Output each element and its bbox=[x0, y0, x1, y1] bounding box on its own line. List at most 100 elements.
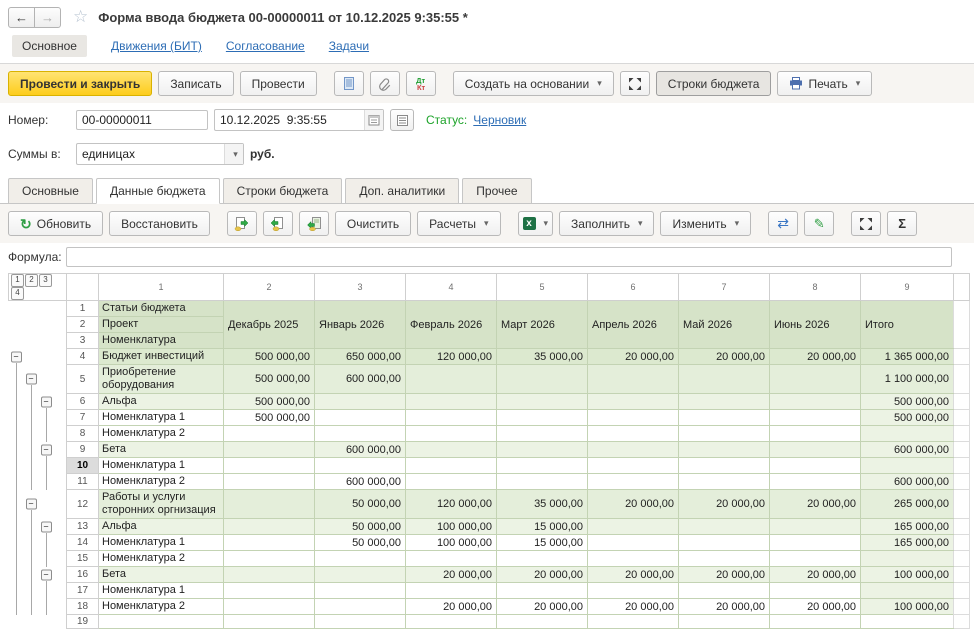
dt-kt-button[interactable]: ДтКт bbox=[406, 71, 436, 96]
document-structure-button[interactable] bbox=[334, 71, 364, 96]
section-link-1[interactable]: Движения (БИТ) bbox=[111, 39, 202, 53]
cell-value[interactable] bbox=[770, 519, 861, 535]
cell-value[interactable]: 20 000,00 bbox=[770, 599, 861, 615]
row-number[interactable]: 19 bbox=[67, 615, 99, 629]
row-number[interactable]: 9 bbox=[67, 442, 99, 458]
cell-total[interactable] bbox=[861, 551, 954, 567]
datetime-input[interactable] bbox=[215, 111, 364, 129]
row-number[interactable]: 12 bbox=[67, 490, 99, 519]
cell-total[interactable]: 500 000,00 bbox=[861, 410, 954, 426]
dimension-header-cell[interactable]: Проект bbox=[99, 317, 224, 333]
section-link-3[interactable]: Задачи bbox=[329, 39, 369, 53]
collapse-group-button[interactable]: − bbox=[41, 521, 52, 532]
cell-total[interactable]: 600 000,00 bbox=[861, 474, 954, 490]
cell-value[interactable] bbox=[588, 583, 679, 599]
cell-value[interactable] bbox=[497, 615, 588, 629]
cell-value[interactable]: 20 000,00 bbox=[679, 349, 770, 365]
cell-value[interactable] bbox=[770, 535, 861, 551]
cell-value[interactable] bbox=[588, 474, 679, 490]
cell-value[interactable]: 500 000,00 bbox=[224, 349, 315, 365]
cell-value[interactable] bbox=[224, 458, 315, 474]
cell-value[interactable] bbox=[497, 365, 588, 394]
month-column-header[interactable]: Январь 2026 bbox=[315, 301, 406, 349]
cell-value[interactable] bbox=[406, 410, 497, 426]
restore-button[interactable]: Восстановить bbox=[109, 211, 210, 236]
cell-value[interactable]: 500 000,00 bbox=[224, 410, 315, 426]
cell-value[interactable] bbox=[770, 442, 861, 458]
cell-total[interactable] bbox=[861, 458, 954, 474]
collapse-group-button[interactable]: − bbox=[26, 374, 37, 385]
cell-label[interactable]: Номенклатура 2 bbox=[99, 599, 224, 615]
cell-value[interactable]: 20 000,00 bbox=[770, 349, 861, 365]
cell-value[interactable]: 120 000,00 bbox=[406, 349, 497, 365]
month-column-header[interactable]: Апрель 2026 bbox=[588, 301, 679, 349]
cell-value[interactable] bbox=[679, 535, 770, 551]
cell-value[interactable]: 20 000,00 bbox=[770, 567, 861, 583]
cell-label[interactable]: Номенклатура 2 bbox=[99, 474, 224, 490]
favorite-star-icon[interactable]: ☆ bbox=[73, 7, 88, 27]
row-number[interactable]: 15 bbox=[67, 551, 99, 567]
post-button[interactable]: Провести bbox=[240, 71, 317, 96]
attachments-button[interactable] bbox=[370, 71, 400, 96]
cell-label[interactable]: Номенклатура 1 bbox=[99, 458, 224, 474]
cell-total[interactable]: 1 365 000,00 bbox=[861, 349, 954, 365]
export-rows-button[interactable] bbox=[227, 211, 257, 236]
refresh-button[interactable]: ↻ Обновить bbox=[8, 211, 103, 236]
cell-value[interactable] bbox=[224, 615, 315, 629]
cell-label[interactable]: Работы и услуги сторонних оргнизация bbox=[99, 490, 224, 519]
status-link[interactable]: Черновик bbox=[473, 113, 526, 127]
collapse-group-button[interactable]: − bbox=[41, 444, 52, 455]
cell-value[interactable]: 20 000,00 bbox=[497, 599, 588, 615]
cell-value[interactable] bbox=[497, 442, 588, 458]
cell-value[interactable] bbox=[497, 474, 588, 490]
cell-value[interactable]: 15 000,00 bbox=[497, 535, 588, 551]
cell-total[interactable]: 165 000,00 bbox=[861, 535, 954, 551]
sums-combo[interactable]: единицах ▾ bbox=[76, 143, 244, 165]
cell-value[interactable] bbox=[315, 458, 406, 474]
cell-value[interactable] bbox=[588, 394, 679, 410]
save-button[interactable]: Записать bbox=[158, 71, 233, 96]
cell-label[interactable]: Бюджет инвестиций bbox=[99, 349, 224, 365]
post-and-close-button[interactable]: Провести и закрыть bbox=[8, 71, 152, 96]
cell-value[interactable] bbox=[588, 410, 679, 426]
cell-total[interactable]: 100 000,00 bbox=[861, 599, 954, 615]
row-number[interactable]: 7 bbox=[67, 410, 99, 426]
cell-total[interactable]: 1 100 000,00 bbox=[861, 365, 954, 394]
cell-label[interactable] bbox=[99, 615, 224, 629]
cell-label[interactable]: Бета bbox=[99, 567, 224, 583]
cell-value[interactable] bbox=[224, 442, 315, 458]
collapse-group-button[interactable]: − bbox=[41, 396, 52, 407]
cell-value[interactable] bbox=[770, 474, 861, 490]
load-from-file-button[interactable] bbox=[299, 211, 329, 236]
open-list-button[interactable] bbox=[390, 109, 414, 131]
formula-input[interactable] bbox=[66, 247, 952, 267]
cell-value[interactable]: 50 000,00 bbox=[315, 519, 406, 535]
back-button[interactable]: ← bbox=[8, 7, 35, 28]
cell-total[interactable] bbox=[861, 426, 954, 442]
calendar-button[interactable] bbox=[364, 110, 383, 130]
cell-total[interactable]: 265 000,00 bbox=[861, 490, 954, 519]
excel-button[interactable]: x ▾ bbox=[518, 211, 554, 236]
cell-value[interactable] bbox=[770, 615, 861, 629]
cell-value[interactable] bbox=[224, 490, 315, 519]
cell-label[interactable]: Номенклатура 2 bbox=[99, 551, 224, 567]
tab-0[interactable]: Основные bbox=[8, 178, 93, 204]
change-button[interactable]: Изменить ▾ bbox=[660, 211, 751, 236]
cell-value[interactable] bbox=[406, 458, 497, 474]
cell-value[interactable] bbox=[497, 551, 588, 567]
print-button[interactable]: Печать ▾ bbox=[777, 71, 872, 96]
cell-value[interactable]: 50 000,00 bbox=[315, 490, 406, 519]
cell-value[interactable] bbox=[679, 458, 770, 474]
dimension-header-cell[interactable]: Номенклатура bbox=[99, 333, 224, 349]
row-number[interactable]: 17 bbox=[67, 583, 99, 599]
cell-value[interactable]: 20 000,00 bbox=[588, 349, 679, 365]
cell-label[interactable]: Альфа bbox=[99, 394, 224, 410]
cell-value[interactable]: 20 000,00 bbox=[406, 599, 497, 615]
cell-value[interactable]: 500 000,00 bbox=[224, 394, 315, 410]
cell-value[interactable] bbox=[679, 410, 770, 426]
cell-value[interactable] bbox=[679, 365, 770, 394]
import-rows-button[interactable] bbox=[263, 211, 293, 236]
forward-button[interactable]: → bbox=[34, 7, 61, 28]
cell-value[interactable] bbox=[588, 519, 679, 535]
cell-value[interactable] bbox=[588, 535, 679, 551]
